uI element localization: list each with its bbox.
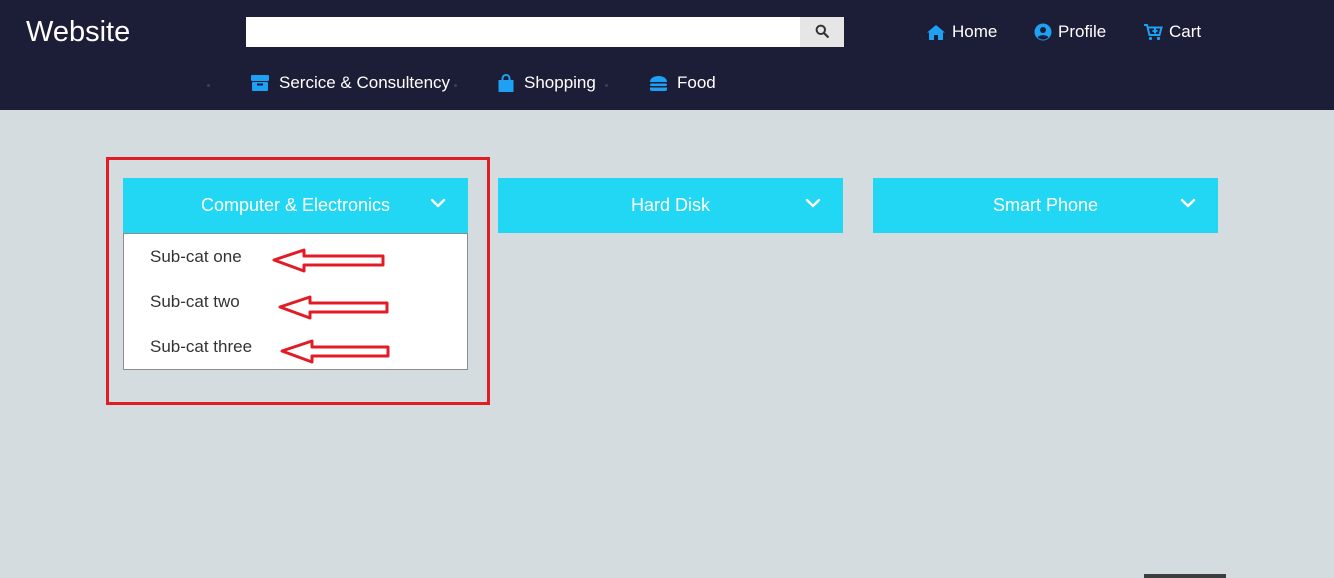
annotation-arrow-icon	[278, 295, 389, 320]
category-divider	[207, 84, 210, 87]
brand-logo[interactable]: Website	[26, 16, 130, 49]
annotation-arrow-icon	[280, 339, 390, 364]
nav-profile-link[interactable]: Profile	[1034, 21, 1106, 43]
dropdown-computer-electronics[interactable]: Computer & Electronics	[123, 178, 468, 233]
dropdown-hard-disk[interactable]: Hard Disk	[498, 178, 843, 233]
dropdown-item-sub-cat-three[interactable]: Sub-cat three	[150, 337, 252, 357]
dropdown-item-sub-cat-two[interactable]: Sub-cat two	[150, 292, 240, 312]
category-shopping[interactable]: Shopping	[497, 71, 596, 95]
dropdown-label: Computer & Electronics	[200, 195, 391, 215]
user-circle-icon	[1034, 23, 1052, 41]
dropdown-item-sub-cat-one[interactable]: Sub-cat one	[150, 247, 242, 267]
category-food[interactable]: Food	[649, 71, 716, 95]
navbar: Website Home Profile Cart Sercice & Cons…	[0, 0, 1334, 110]
search-icon	[815, 24, 829, 41]
dropdown-smart-phone[interactable]: Smart Phone	[873, 178, 1218, 233]
category-service-consultency[interactable]: Sercice & Consultency	[250, 71, 450, 95]
dropdown-label: Smart Phone	[992, 195, 1099, 215]
box-icon	[250, 74, 270, 92]
category-label: Food	[677, 73, 716, 92]
dropdown-label: Hard Disk	[630, 195, 710, 215]
burger-icon	[649, 75, 668, 92]
chevron-down-icon	[430, 198, 446, 208]
nav-home-label: Home	[952, 22, 998, 41]
cart-plus-icon	[1143, 23, 1163, 41]
annotation-arrow-icon	[272, 248, 385, 273]
shopping-bag-icon	[497, 73, 515, 93]
category-divider	[605, 84, 608, 87]
search-input[interactable]	[246, 17, 801, 47]
nav-cart-label: Cart	[1169, 22, 1202, 41]
chevron-down-icon	[805, 198, 821, 208]
category-label: Shopping	[524, 73, 596, 92]
nav-profile-label: Profile	[1058, 22, 1107, 41]
chevron-down-icon	[1180, 198, 1196, 208]
home-icon	[926, 24, 946, 41]
category-divider	[454, 84, 457, 87]
search-button[interactable]	[800, 17, 844, 47]
scrollbar-thumb[interactable]	[1144, 574, 1226, 578]
nav-home-link[interactable]: Home	[926, 21, 997, 43]
nav-cart-link[interactable]: Cart	[1143, 21, 1201, 43]
category-label: Sercice & Consultency	[279, 73, 451, 92]
